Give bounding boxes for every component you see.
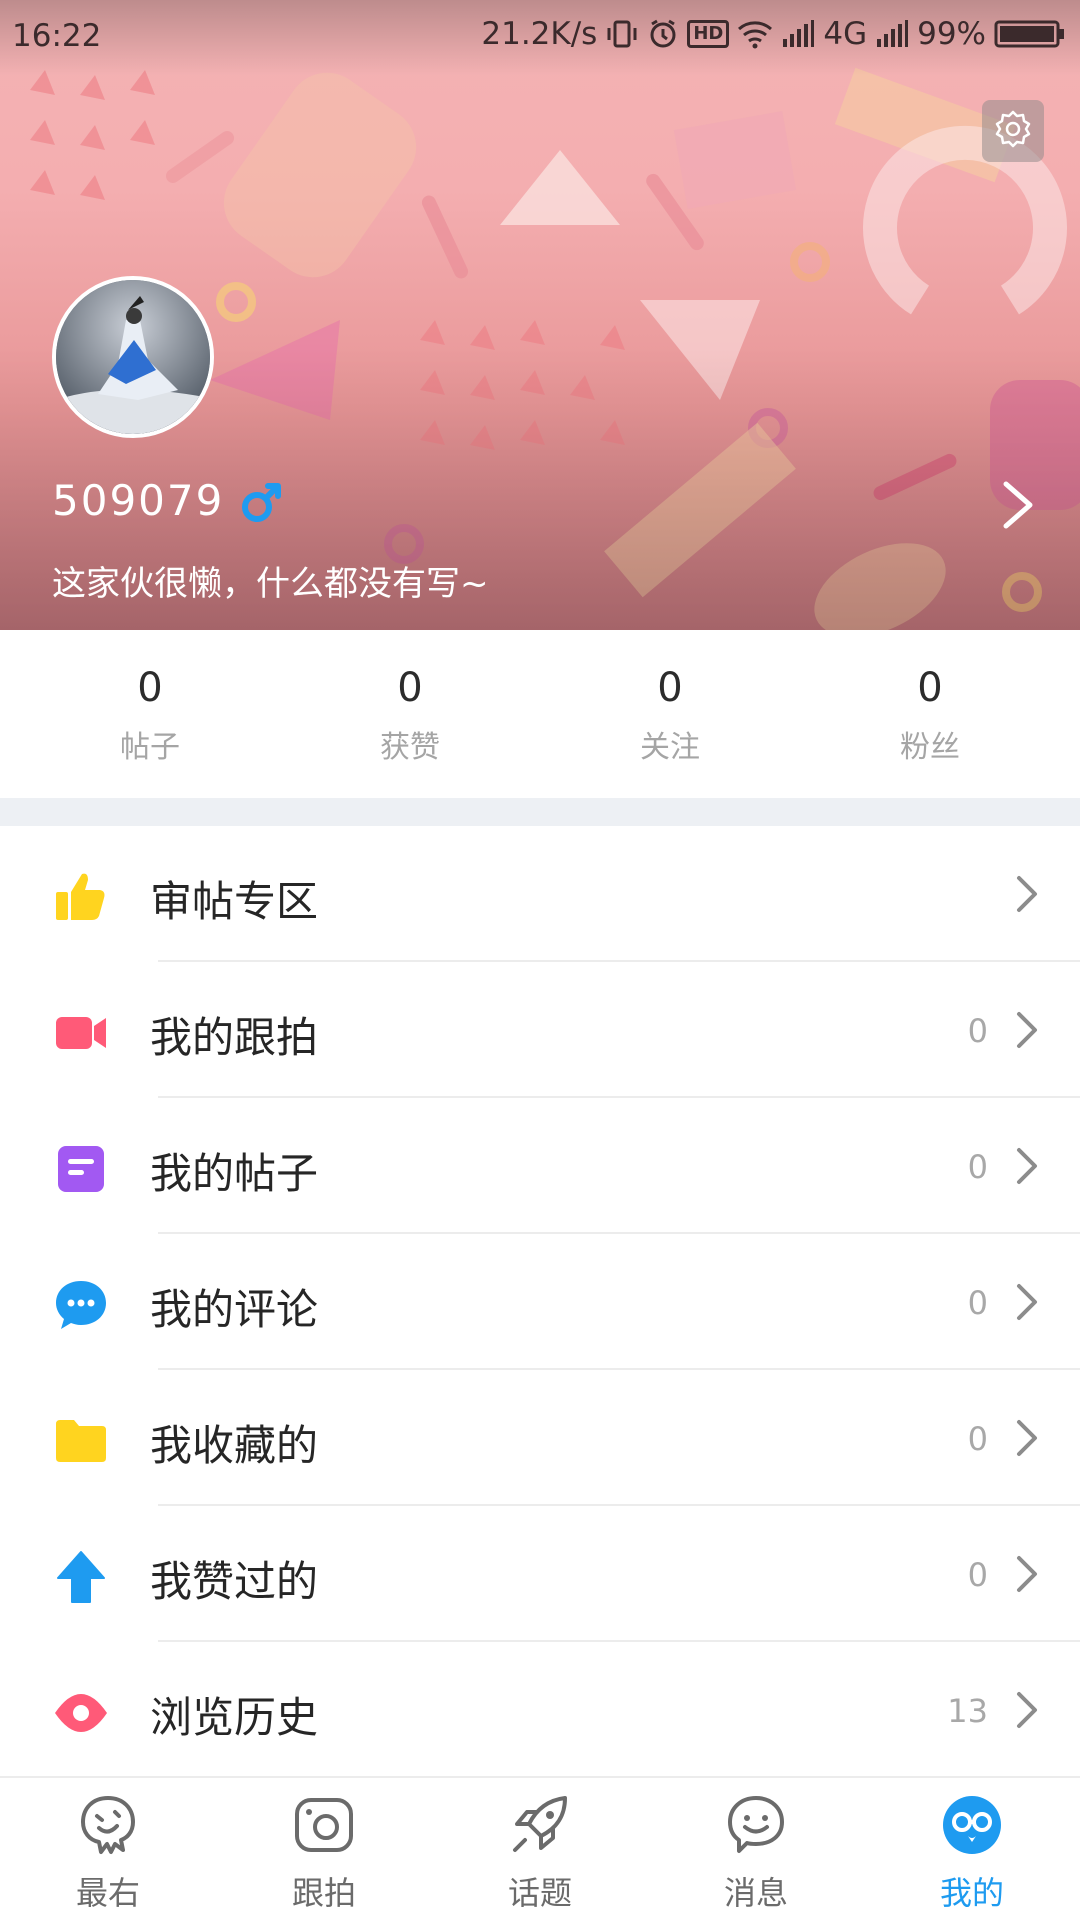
status-time: 16:22 <box>12 18 102 54</box>
mascot-icon <box>77 1794 139 1856</box>
chat-smile-icon <box>725 1794 787 1856</box>
profile-bio: 这家伙很懒，什么都没有写~ <box>52 564 489 604</box>
profile-header-banner[interactable]: 16:22 21.2K/s HD 4G 99% 509079 这家伙很懒，什么都… <box>0 0 1080 630</box>
menu-item-my-likes[interactable]: 我赞过的 0 <box>0 1506 1080 1642</box>
up-arrow-icon <box>54 1550 108 1604</box>
hd-icon: HD <box>687 20 730 48</box>
stat-posts[interactable]: 0 帖子 <box>20 630 280 798</box>
stat-label: 关注 <box>640 730 700 765</box>
menu-item-count: 0 <box>967 1148 988 1186</box>
tab-follow-shots[interactable]: 跟拍 <box>216 1778 432 1920</box>
menu-item-label: 我的帖子 <box>150 1149 319 1198</box>
video-camera-icon <box>54 1006 108 1060</box>
vibrate-icon <box>605 18 639 50</box>
battery-level: 99% <box>917 16 986 52</box>
stat-following[interactable]: 0 关注 <box>540 630 800 798</box>
menu-item-review-zone[interactable]: 审帖专区 <box>0 826 1080 962</box>
eye-icon <box>54 1686 108 1740</box>
stat-label: 获赞 <box>380 730 440 765</box>
menu-item-label: 我的跟拍 <box>150 1013 319 1062</box>
chevron-right-icon <box>1014 1690 1040 1734</box>
profile-screen: 16:22 21.2K/s HD 4G 99% 509079 这家伙很懒，什么都… <box>0 0 1080 1920</box>
stat-value: 0 <box>917 665 943 711</box>
bottom-tab-bar: 最右 跟拍 话题 消息 我的 <box>0 1776 1080 1920</box>
menu-item-my-posts[interactable]: 我的帖子 0 <box>0 1098 1080 1234</box>
signal-icon-2 <box>875 19 909 49</box>
menu-item-label: 我收藏的 <box>150 1421 319 1470</box>
chevron-right-icon <box>1014 1282 1040 1326</box>
profile-menu: 审帖专区 我的跟拍 0 我的帖子 0 我的评论 0 我收藏的 0 我赞过的 0 … <box>0 826 1080 1778</box>
tab-label: 跟拍 <box>291 1874 356 1912</box>
thumbs-up-icon <box>54 870 108 924</box>
tab-label: 我的 <box>939 1874 1004 1912</box>
stat-likes[interactable]: 0 获赞 <box>280 630 540 798</box>
tab-label: 消息 <box>723 1874 788 1912</box>
menu-item-count: 0 <box>967 1284 988 1322</box>
chevron-right-icon <box>1014 874 1040 918</box>
menu-item-label: 浏览历史 <box>150 1693 319 1742</box>
folder-icon <box>54 1414 108 1468</box>
network-type: 4G <box>823 16 868 52</box>
stat-value: 0 <box>657 665 683 711</box>
stat-fans[interactable]: 0 粉丝 <box>800 630 1060 798</box>
stat-label: 帖子 <box>120 730 180 765</box>
menu-item-browse-history[interactable]: 浏览历史 13 <box>0 1642 1080 1778</box>
menu-item-label: 我赞过的 <box>150 1557 319 1606</box>
stat-value: 0 <box>137 665 163 711</box>
battery-icon <box>994 19 1066 49</box>
net-speed: 21.2K/s <box>481 16 598 52</box>
avatar[interactable] <box>52 276 214 438</box>
tab-topics[interactable]: 话题 <box>432 1778 648 1920</box>
section-divider <box>0 798 1080 826</box>
camera-icon <box>293 1794 355 1856</box>
chevron-right-icon <box>1014 1418 1040 1462</box>
settings-button[interactable] <box>982 100 1044 162</box>
menu-item-my-follow-shots[interactable]: 我的跟拍 0 <box>0 962 1080 1098</box>
stats-row: 0 帖子 0 获赞 0 关注 0 粉丝 <box>0 630 1080 798</box>
tab-messages[interactable]: 消息 <box>648 1778 864 1920</box>
profile-glasses-icon <box>941 1794 1003 1856</box>
status-bar: 16:22 21.2K/s HD 4G 99% <box>0 0 1080 74</box>
chevron-right-icon[interactable] <box>996 478 1040 536</box>
menu-item-count: 13 <box>947 1692 988 1730</box>
signal-icon <box>781 19 815 49</box>
menu-item-count: 0 <box>967 1556 988 1594</box>
status-icons: 21.2K/s HD 4G 99% <box>481 16 1066 52</box>
tab-zuiyou[interactable]: 最右 <box>0 1778 216 1920</box>
alarm-icon <box>647 18 679 50</box>
menu-item-count: 0 <box>967 1420 988 1458</box>
chevron-right-icon <box>1014 1554 1040 1598</box>
menu-item-my-favorites[interactable]: 我收藏的 0 <box>0 1370 1080 1506</box>
username: 509079 <box>52 476 225 525</box>
menu-item-label: 我的评论 <box>150 1285 319 1334</box>
tab-label: 话题 <box>507 1874 572 1912</box>
stat-label: 粉丝 <box>900 730 960 765</box>
comment-icon <box>54 1278 108 1332</box>
gear-icon <box>993 109 1033 153</box>
menu-item-count: 0 <box>967 1012 988 1050</box>
post-icon <box>54 1142 108 1196</box>
stat-value: 0 <box>397 665 423 711</box>
male-symbol-icon <box>238 478 286 530</box>
menu-item-label: 审帖专区 <box>150 877 319 926</box>
tab-me[interactable]: 我的 <box>864 1778 1080 1920</box>
tab-label: 最右 <box>75 1874 140 1912</box>
chevron-right-icon <box>1014 1146 1040 1190</box>
wifi-icon <box>737 19 773 49</box>
chevron-right-icon <box>1014 1010 1040 1054</box>
menu-item-my-comments[interactable]: 我的评论 0 <box>0 1234 1080 1370</box>
rocket-icon <box>509 1794 571 1856</box>
